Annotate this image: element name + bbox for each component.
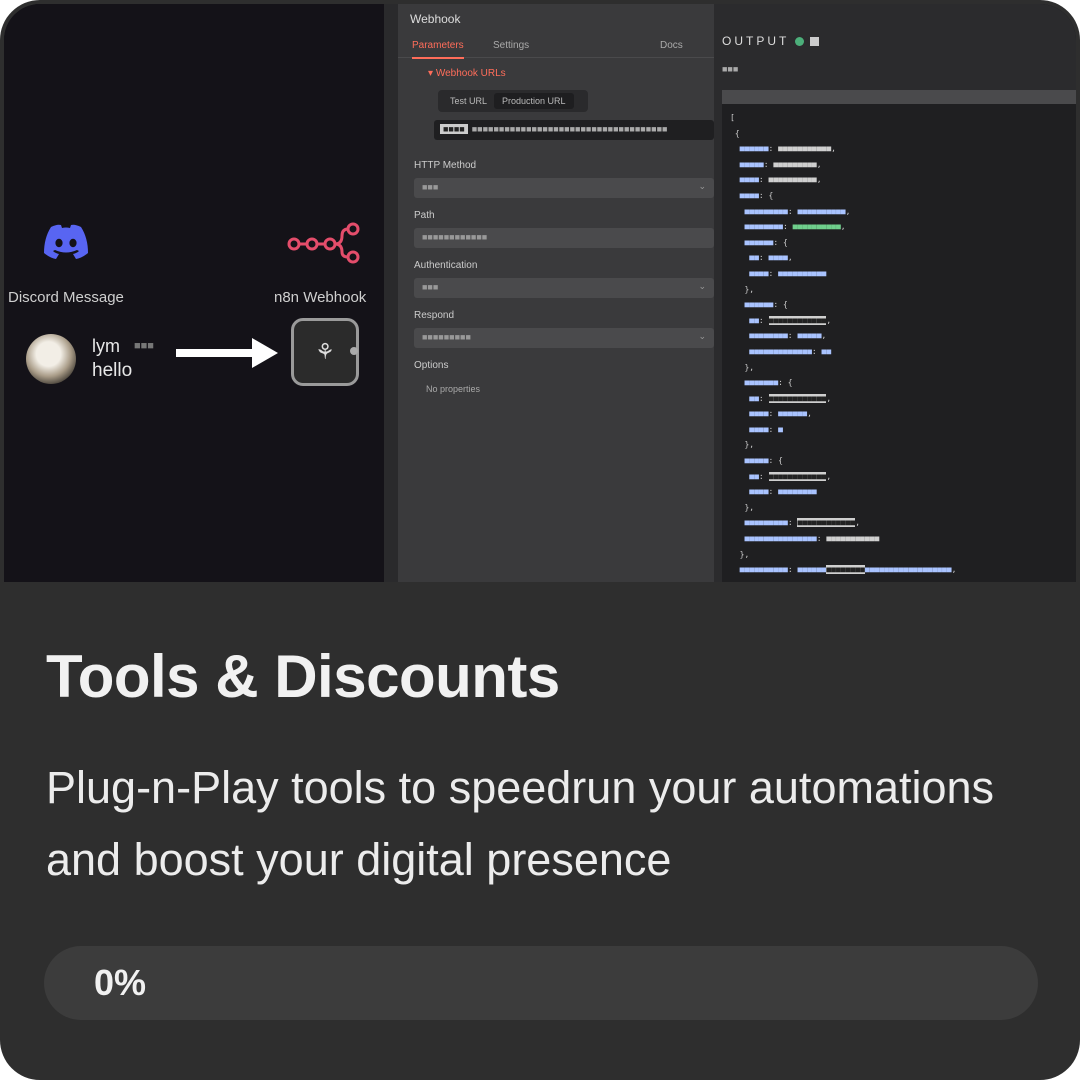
parameters-panel: Webhook Parameters Settings Docs ▾ Webho…: [384, 4, 714, 582]
status-dot-icon: [795, 37, 805, 47]
options-label: Options: [414, 360, 449, 371]
arrow-right-icon: [176, 338, 278, 368]
method-badge: ■■■■: [440, 124, 468, 134]
info-icon: [810, 37, 820, 47]
test-url-option[interactable]: Test URL: [450, 96, 487, 106]
json-output-view[interactable]: [ { ■■■■■■: ■■■■■■■■■■■, ■■■■■: ■■■■■■■■…: [722, 104, 1076, 582]
webhook-url-field[interactable]: ■■■■ ■■■■■■■■■■■■■■■■■■■■■■■■■■■■■■■■■■■■: [434, 120, 714, 140]
panel-tabs: Parameters Settings Docs: [398, 34, 714, 59]
workflow-canvas: Discord Message n8n Webhook lym ■■■ hell…: [4, 4, 384, 582]
respond-select[interactable]: ■■■■■■■■■ ⌄: [414, 328, 714, 348]
authentication-select[interactable]: ■■■ ⌄: [414, 278, 714, 298]
chevron-down-icon: ⌄: [698, 281, 706, 291]
chevron-down-icon: ⌄: [698, 181, 706, 191]
message-username: lym: [92, 336, 120, 356]
output-subtitle: ■■■: [722, 64, 739, 74]
webhook-node[interactable]: ⚘: [291, 318, 359, 386]
node-output-port: [350, 347, 358, 355]
card-description: Plug-n-Play tools to speedrun your autom…: [46, 762, 995, 885]
n8n-icon: [287, 222, 360, 264]
path-label: Path: [414, 210, 435, 221]
authentication-label: Authentication: [414, 260, 478, 271]
respond-label: Respond: [414, 310, 455, 321]
tab-parameters[interactable]: Parameters: [412, 40, 464, 59]
webhook-urls-toggle[interactable]: ▾ Webhook URLs: [428, 68, 506, 79]
http-method-label: HTTP Method: [414, 160, 477, 171]
tab-settings[interactable]: Settings: [493, 40, 529, 51]
message-timestamp: ■■■: [134, 340, 154, 352]
progress-bar: 0%: [44, 946, 1038, 1020]
discord-icon: [44, 224, 88, 259]
output-title: OUTPUT: [722, 34, 820, 48]
chevron-down-icon: ⌄: [698, 331, 706, 341]
tab-docs[interactable]: Docs: [660, 40, 683, 51]
http-method-select[interactable]: ■■■ ⌄: [414, 178, 714, 198]
discord-node-label: Discord Message: [8, 289, 124, 306]
workflow-preview-image: Discord Message n8n Webhook lym ■■■ hell…: [4, 4, 1076, 582]
webhook-urls-label: Webhook URLs: [435, 68, 506, 79]
n8n-webhook-node-label: n8n Webhook: [274, 289, 367, 306]
panel-title: Webhook: [410, 12, 461, 26]
message-text: hello: [92, 360, 133, 381]
output-title-text: OUTPUT: [722, 34, 790, 48]
path-input[interactable]: ■■■■■■■■■■■■: [414, 228, 714, 248]
progress-label: 0%: [94, 962, 147, 1003]
output-toolbar: [722, 90, 1076, 104]
url-type-switch[interactable]: Test URL Production URL: [438, 90, 588, 112]
avatar: [26, 334, 76, 384]
output-panel: OUTPUT ■■■ [ { ■■■■■■: ■■■■■■■■■■■, ■■■■…: [714, 4, 1076, 582]
webhook-icon: ⚘: [315, 339, 335, 364]
production-url-option[interactable]: Production URL: [494, 93, 574, 109]
tools-card[interactable]: Discord Message n8n Webhook lym ■■■ hell…: [0, 0, 1080, 1080]
no-properties-text: No properties: [426, 384, 481, 394]
card-title: Tools & Discounts: [46, 643, 560, 710]
